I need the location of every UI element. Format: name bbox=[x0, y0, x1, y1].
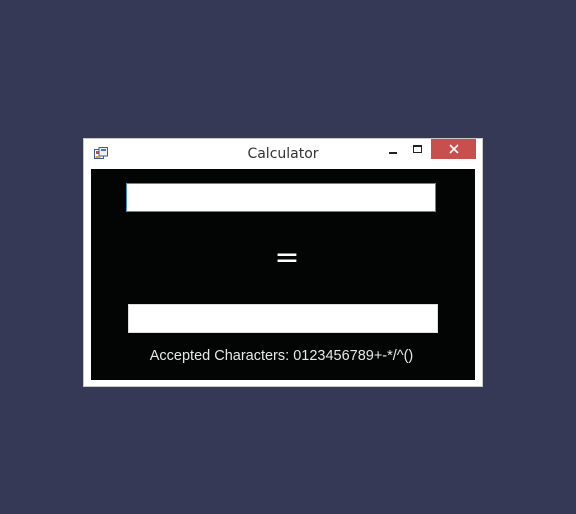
minimize-button[interactable] bbox=[382, 141, 404, 161]
title-bar[interactable]: Calculator bbox=[84, 139, 482, 169]
maximize-button[interactable] bbox=[407, 141, 429, 161]
close-button[interactable] bbox=[431, 139, 476, 159]
equals-sign: = bbox=[274, 240, 300, 275]
expression-input[interactable] bbox=[126, 183, 436, 212]
close-icon bbox=[449, 144, 459, 154]
calculator-body: = Accepted Characters: 0123456789+-*/^() bbox=[91, 169, 475, 380]
result-field bbox=[128, 304, 438, 333]
calculator-window: Calculator = Accepted Characters: 012345… bbox=[83, 138, 483, 387]
accepted-characters-label: Accepted Characters: 0123456789+-*/^() bbox=[149, 348, 414, 364]
